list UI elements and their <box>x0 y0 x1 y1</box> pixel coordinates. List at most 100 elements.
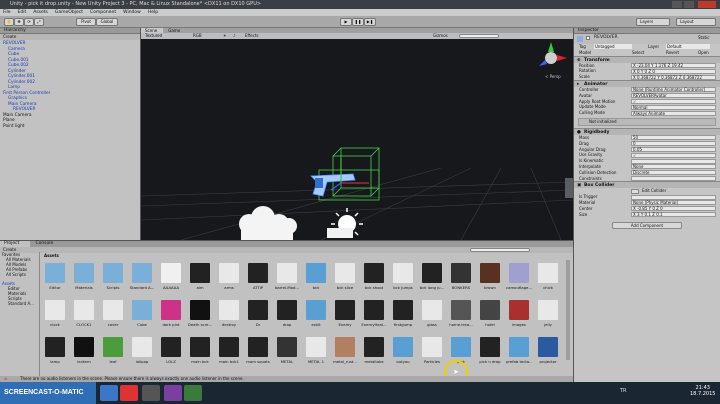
property-value[interactable]: None (Physic Material) <box>631 200 716 206</box>
gizmos-dropdown[interactable]: Gizmos <box>433 33 448 39</box>
explorer-icon[interactable] <box>100 385 118 401</box>
asset-item[interactable]: aim <box>187 263 213 297</box>
asset-item[interactable]: exkit <box>303 300 329 334</box>
property-value[interactable] <box>631 194 716 200</box>
asset-item[interactable]: bck <box>303 263 329 297</box>
transform-header[interactable]: ⊕ Transform <box>574 55 720 63</box>
menu-window[interactable]: Window <box>123 9 141 16</box>
scene-view[interactable] <box>141 28 573 240</box>
lighting-toggle[interactable]: ☀ <box>223 33 227 39</box>
asset-item[interactable]: Editor <box>42 263 68 297</box>
asset-item[interactable]: chick <box>535 263 561 297</box>
asset-item[interactable]: firstgump <box>390 300 416 334</box>
property-value[interactable]: X 3 Y 0.1 Z 0.1 <box>631 211 716 217</box>
play-button[interactable]: ▶ <box>340 18 352 26</box>
asset-item[interactable]: camouflage... <box>506 263 532 297</box>
asset-item[interactable]: Cube <box>129 300 155 334</box>
asset-item[interactable]: home-trea... <box>448 300 474 334</box>
asset-item[interactable]: BONKERS <box>448 263 474 297</box>
property-value[interactable]: X -0.85 Y 0 Z 0 <box>631 206 716 212</box>
asset-item[interactable]: Enemy <box>332 300 358 334</box>
asset-item[interactable]: METAL 1 <box>303 337 329 371</box>
edit-collider-icon[interactable] <box>631 188 639 194</box>
clock[interactable]: 21:43 18.7.2015 <box>690 385 715 397</box>
layer-dropdown[interactable]: Default <box>666 44 710 50</box>
property-value[interactable]: Discrete <box>631 170 716 176</box>
hierarchy-item[interactable]: Point light <box>0 124 140 130</box>
property-value[interactable]: ✓ <box>631 98 716 104</box>
asset-item[interactable]: clock <box>42 300 68 334</box>
asset-item[interactable]: dark pint <box>158 300 184 334</box>
asset-item[interactable]: outyou <box>390 337 416 371</box>
status-message[interactable]: There are no audio listeners in the scen… <box>20 376 244 381</box>
unity-icon[interactable] <box>142 385 160 401</box>
asset-item[interactable]: Materials <box>71 263 97 297</box>
asset-item[interactable]: AAAAAA <box>158 263 184 297</box>
menu-gameobject[interactable]: GameObject <box>55 9 83 16</box>
property-value[interactable]: Always Animate <box>631 110 716 116</box>
asset-item[interactable]: arms <box>216 263 242 297</box>
asset-item[interactable]: main bck <box>187 337 213 371</box>
asset-item[interactable]: Scripts <box>100 263 126 297</box>
tag-dropdown[interactable]: Untagged <box>594 44 632 50</box>
persp-label[interactable]: < Persp <box>545 74 561 79</box>
property-value[interactable]: 0.05 <box>631 146 716 152</box>
active-checkbox[interactable] <box>586 36 590 40</box>
asset-item[interactable]: hotel <box>477 300 503 334</box>
pivot-toggle[interactable]: Pivot <box>76 18 96 26</box>
move-tool-button[interactable]: ✥ <box>14 18 24 26</box>
asset-item[interactable]: Death scre... <box>187 300 213 334</box>
assets-breadcrumb[interactable]: Assets <box>44 253 59 258</box>
property-value[interactable]: 0 <box>631 141 716 147</box>
scene-canvas[interactable] <box>141 28 573 240</box>
asset-item[interactable]: destroy <box>216 300 242 334</box>
language-indicator[interactable]: TR <box>620 388 627 394</box>
asset-item[interactable]: Particles <box>419 337 445 371</box>
rigidbody-header[interactable]: ● Rigidbody <box>574 127 720 135</box>
assets-tree-item[interactable]: Standard A... <box>0 301 39 306</box>
asset-item[interactable]: brown <box>477 263 503 297</box>
asset-item[interactable]: drop <box>274 300 300 334</box>
step-button[interactable]: ▶❚ <box>364 18 376 26</box>
global-toggle[interactable]: Global <box>96 18 118 26</box>
asset-item[interactable]: cover <box>100 300 126 334</box>
property-value[interactable]: Normal <box>631 104 716 110</box>
asset-item[interactable]: lolipop <box>129 337 155 371</box>
app-icon[interactable] <box>164 385 182 401</box>
app-icon-2[interactable] <box>184 385 202 401</box>
menu-file[interactable]: File <box>3 9 11 16</box>
minimize-button[interactable] <box>672 1 682 8</box>
asset-item[interactable]: pick n drop <box>477 337 503 371</box>
asset-item[interactable]: mom squats <box>245 337 271 371</box>
asset-item[interactable]: bck jumps <box>390 263 416 297</box>
asset-item[interactable]: main bck1 <box>216 337 242 371</box>
menu-assets[interactable]: Assets <box>33 9 48 16</box>
hand-tool-button[interactable]: ✋ <box>4 18 14 26</box>
asset-item[interactable]: LOLZ <box>158 337 184 371</box>
property-value[interactable]: REVOLVERAvatar <box>631 93 716 99</box>
chrome-icon[interactable] <box>120 385 138 401</box>
scene-search-input[interactable] <box>459 34 499 38</box>
asset-item[interactable]: prefab tecto... <box>506 337 532 371</box>
rotate-tool-button[interactable]: ⟳ <box>24 18 34 26</box>
asset-item[interactable]: lantern <box>71 337 97 371</box>
property-value[interactable]: 50 <box>631 135 716 141</box>
asset-item[interactable]: METAL <box>274 337 300 371</box>
box-collider-header[interactable]: ▣ Box Collider <box>574 181 720 189</box>
close-button[interactable] <box>698 1 716 8</box>
asset-item[interactable]: leaf <box>100 337 126 371</box>
shading-mode-dropdown[interactable]: Textured <box>145 33 162 39</box>
asset-item[interactable]: projector <box>535 337 561 371</box>
asset-item[interactable]: images <box>506 300 532 334</box>
asset-item[interactable]: Standard A... <box>129 263 155 297</box>
object-name-field[interactable]: REVOLVER <box>594 35 618 40</box>
effects-dropdown[interactable]: Effects <box>245 33 259 39</box>
render-mode-dropdown[interactable]: RGB <box>193 33 202 39</box>
asset-item[interactable]: bck long ju... <box>419 263 445 297</box>
asset-item[interactable]: glass <box>419 300 445 334</box>
asset-item[interactable]: metal_rust... <box>332 337 358 371</box>
asset-item[interactable]: CLOCK1 <box>71 300 97 334</box>
asset-item[interactable]: metaltake <box>361 337 387 371</box>
asset-item[interactable]: Dr <box>245 300 271 334</box>
menu-edit[interactable]: Edit <box>18 9 27 16</box>
